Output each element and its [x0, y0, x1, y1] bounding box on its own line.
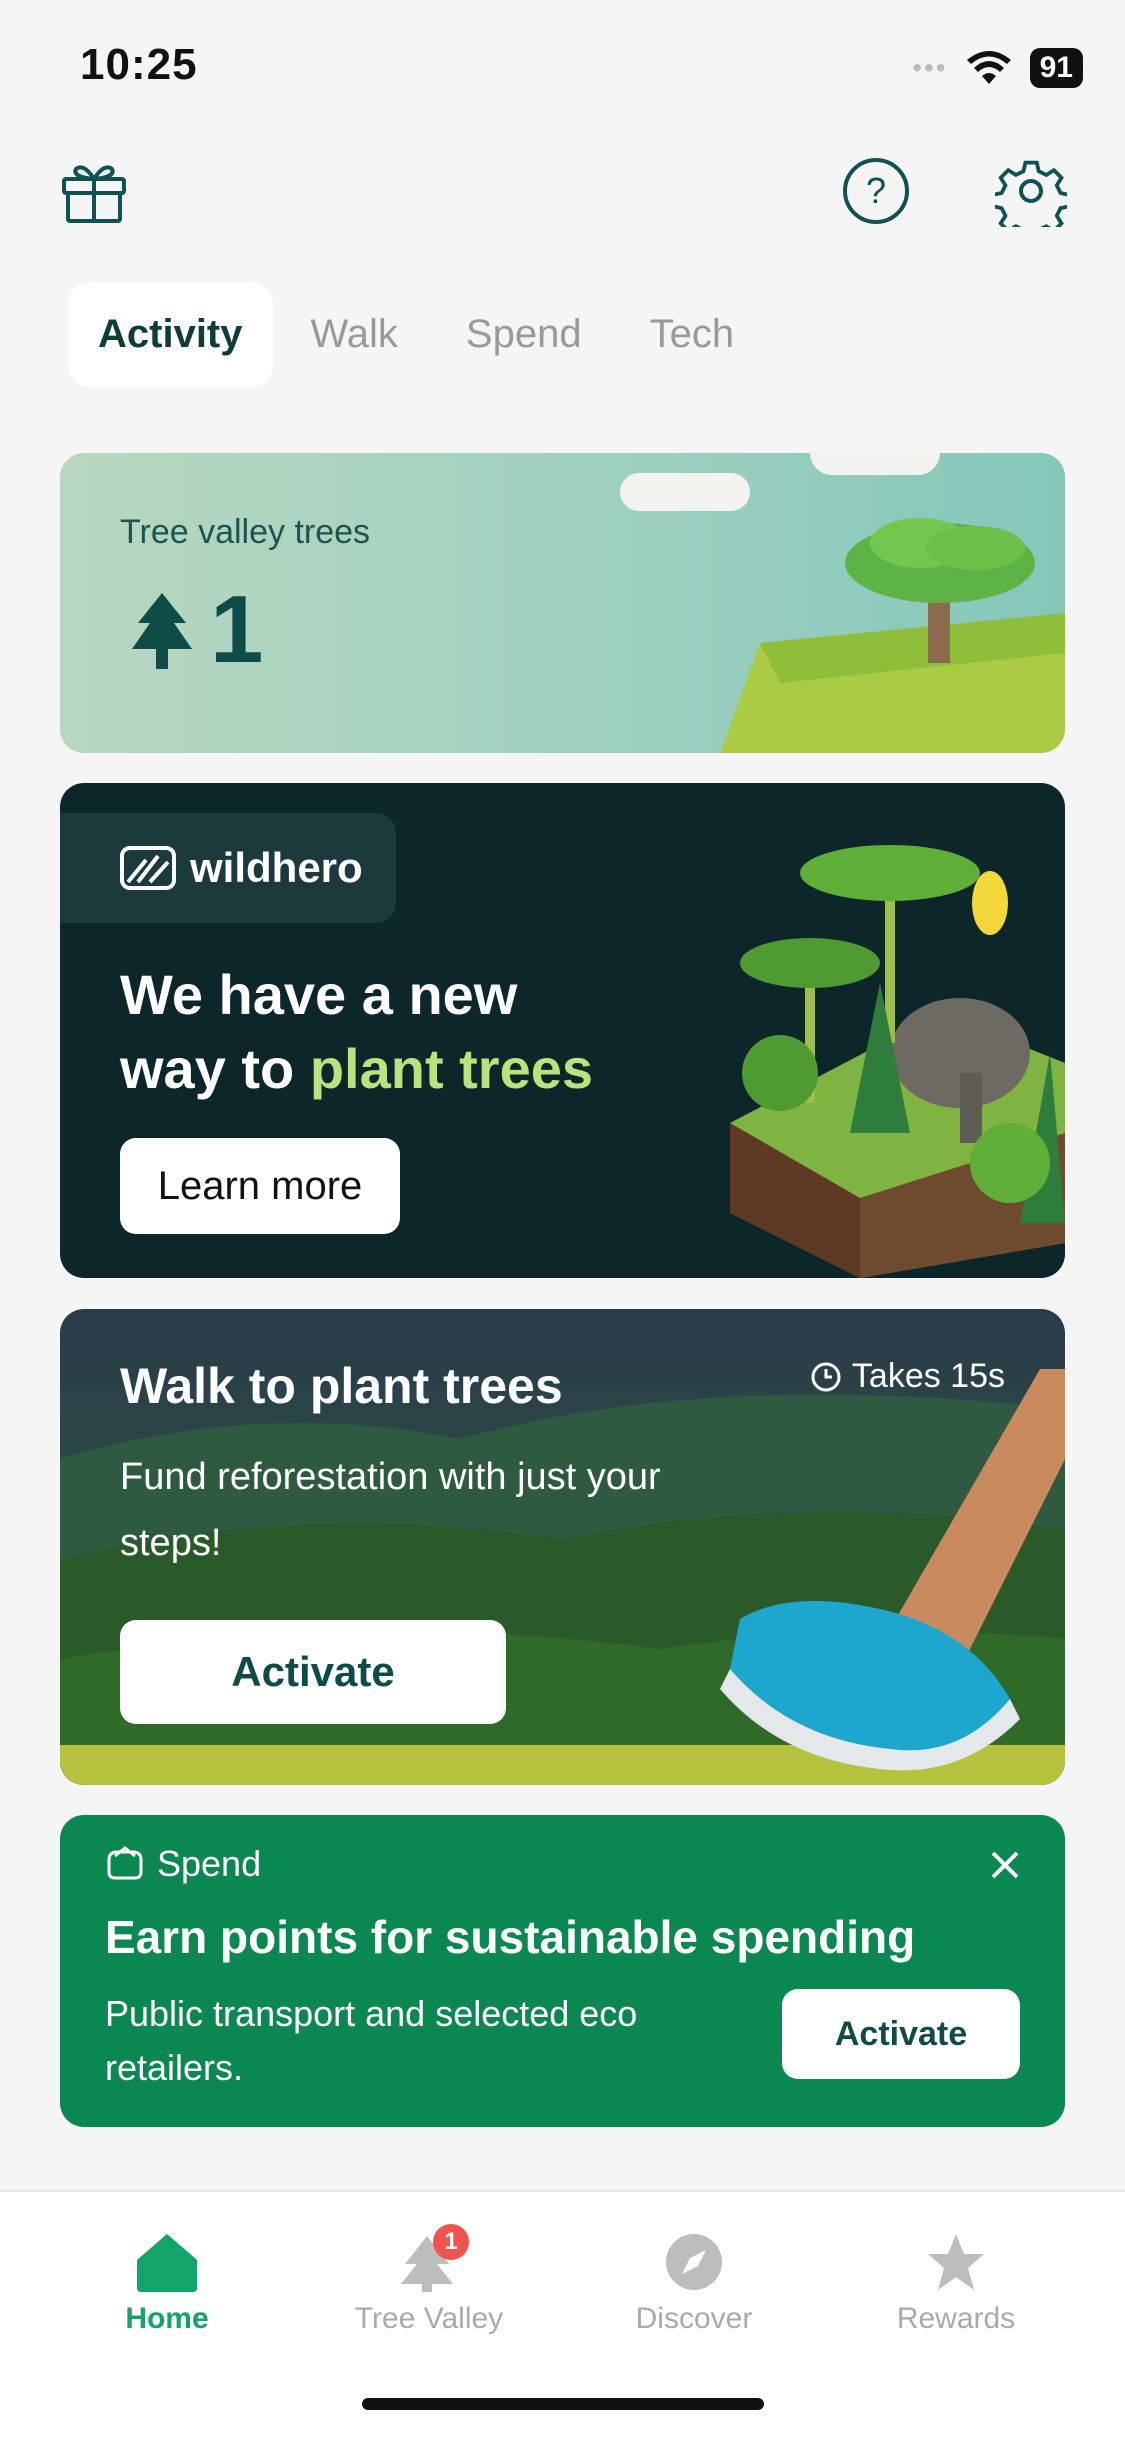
wifi-icon	[966, 51, 1011, 84]
star-icon	[928, 2234, 984, 2290]
spend-card-description: Public transport and selected eco retail…	[105, 1993, 638, 2088]
spend-activate-button[interactable]: Activate	[782, 1989, 1020, 2079]
walk-duration-text: Takes 15s	[851, 1357, 1005, 1395]
nav-home-label: Home	[125, 2302, 209, 2335]
spend-card[interactable]: Spend Earn points for sustainable spendi…	[60, 1815, 1065, 2127]
close-icon[interactable]	[990, 1850, 1020, 1880]
tree-valley-icon-wrap: 1	[397, 2224, 469, 2292]
tab-tech[interactable]: Tech	[620, 282, 765, 387]
walk-activate-button[interactable]: Activate	[120, 1620, 506, 1724]
status-time: 10:25	[80, 40, 198, 89]
jungle-island-illustration	[730, 845, 1065, 1278]
nav-home[interactable]: Home	[57, 2232, 277, 2336]
wildhero-logo-icon	[120, 846, 176, 890]
home-icon	[137, 2234, 197, 2292]
compass-icon	[666, 2234, 722, 2290]
help-icon[interactable]: ?	[840, 155, 912, 227]
spend-tag-label: Spend	[157, 1843, 262, 1884]
tree-island-illustration	[720, 518, 1065, 753]
nav-rewards-label: Rewards	[896, 2302, 1016, 2335]
tree-count: 1	[210, 576, 264, 683]
wildhero-brand-name: wildhero	[190, 844, 363, 891]
wildhero-headline-line1: We have a new	[120, 963, 518, 1026]
nav-tree-valley[interactable]: 1 Tree Valley	[319, 2224, 539, 2336]
signal-icon: •••	[912, 52, 948, 83]
nav-discover[interactable]: Discover	[584, 2232, 804, 2336]
wildhero-brand-badge: wildhero	[60, 813, 396, 923]
nav-tree-valley-label: Tree Valley	[354, 2302, 504, 2335]
wildhero-headline-line2: way to plant trees	[120, 1032, 593, 1106]
spend-tag: Spend	[105, 1843, 261, 1885]
tab-activity[interactable]: Activity	[68, 282, 273, 387]
walk-card-title: Walk to plant trees	[120, 1358, 563, 1414]
svg-text:?: ?	[866, 170, 886, 211]
wildhero-promo-card[interactable]: wildhero We have a new way to plant tree…	[60, 783, 1065, 1278]
wildhero-headline-highlight: plant trees	[309, 1037, 594, 1100]
spend-card-title: Earn points for sustainable spending	[105, 1911, 916, 1963]
walking-shoe-illustration	[720, 1369, 1065, 1771]
tab-bar: Activity Walk Spend Tech	[68, 282, 764, 387]
settings-gear-icon[interactable]	[995, 155, 1067, 227]
walk-card-description: Fund reforestation with just your steps!	[120, 1456, 661, 1564]
notification-badge: 1	[433, 2224, 469, 2260]
nav-rewards[interactable]: Rewards	[846, 2232, 1066, 2336]
wallet-icon	[107, 1846, 143, 1880]
tab-walk[interactable]: Walk	[281, 282, 428, 387]
walk-duration: Takes 15s	[810, 1357, 1005, 1396]
home-indicator	[362, 2398, 764, 2410]
tree-icon	[132, 593, 192, 669]
clock-icon	[811, 1362, 841, 1391]
gift-icon[interactable]	[58, 155, 130, 227]
learn-more-button[interactable]: Learn more	[120, 1138, 400, 1234]
status-indicators: ••• 91	[912, 48, 1083, 88]
cloud-illustration	[810, 453, 940, 475]
tree-valley-card[interactable]: Tree valley trees 1	[60, 453, 1065, 753]
battery-indicator: 91	[1029, 48, 1083, 88]
walk-to-plant-card[interactable]: Walk to plant trees Takes 15s Fund refor…	[60, 1309, 1065, 1785]
wildhero-headline-text: way to	[120, 1037, 310, 1100]
tree-valley-label: Tree valley trees	[120, 513, 371, 551]
nav-discover-label: Discover	[635, 2302, 753, 2335]
wildhero-headline: We have a new way to plant trees	[120, 958, 593, 1106]
tab-spend[interactable]: Spend	[436, 282, 612, 387]
